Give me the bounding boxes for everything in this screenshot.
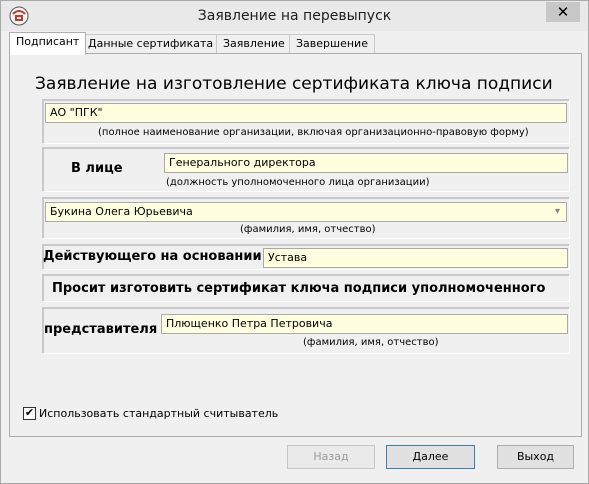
organization-group: АО "ПГК" (полное наименование организаци…: [42, 99, 570, 144]
person-group: Букина Олега Юрьевича ▾ (фамилия, имя, о…: [42, 197, 570, 239]
tab-strip: Подписант Данные сертификата Заявление З…: [9, 32, 581, 55]
position-caption: (должность уполномоченного лица организа…: [166, 177, 430, 188]
request-text: Просит изготовить сертификат ключа подпи…: [52, 281, 546, 296]
use-standard-reader-checkbox[interactable]: ✔: [23, 407, 36, 420]
close-icon: ✕: [556, 3, 570, 21]
represented-by-label: В лице: [71, 161, 123, 176]
basis-label: Действующего на основании: [43, 249, 262, 264]
exit-button[interactable]: Выход: [497, 445, 574, 469]
next-button[interactable]: Далее: [386, 445, 475, 469]
representative-field[interactable]: Плющенко Петра Петровича: [161, 314, 568, 334]
application-window: Заявление на перевыпуск ✕ Подписант Данн…: [0, 0, 589, 484]
back-button[interactable]: Назад: [287, 445, 375, 469]
window-title: Заявление на перевыпуск: [197, 8, 392, 24]
basis-field[interactable]: Устава: [263, 248, 568, 268]
request-group: Просит изготовить сертификат ключа подпи…: [42, 274, 570, 302]
position-field[interactable]: Генерального директора: [164, 153, 568, 173]
position-group: В лице Генерального директора (должность…: [42, 147, 570, 192]
tab-completion[interactable]: Завершение: [289, 34, 375, 53]
close-button[interactable]: ✕: [546, 2, 580, 22]
chevron-down-icon[interactable]: ▾: [555, 203, 560, 221]
form-heading: Заявление на изготовление сертификата кл…: [35, 74, 553, 94]
tab-certificate-data[interactable]: Данные сертификата: [81, 34, 221, 53]
tab-application[interactable]: Заявление: [216, 34, 292, 53]
use-standard-reader-label[interactable]: Использовать стандартный считыватель: [39, 407, 278, 420]
person-caption: (фамилия, имя, отчество): [240, 224, 376, 235]
check-icon: ✔: [24, 406, 35, 419]
person-dropdown[interactable]: Букина Олега Юрьевича ▾: [45, 202, 567, 222]
basis-group: Действующего на основании Устава: [42, 244, 570, 270]
representative-caption: (фамилия, имя, отчество): [303, 337, 439, 348]
tab-signatory[interactable]: Подписант: [9, 32, 87, 55]
title-bar: Заявление на перевыпуск ✕: [1, 1, 588, 31]
representative-group: представителя Плющенко Петра Петровича (…: [42, 307, 570, 354]
representative-label: представителя: [44, 322, 158, 337]
organization-field[interactable]: АО "ПГК": [45, 103, 567, 123]
organization-caption: (полное наименование организации, включа…: [98, 127, 529, 138]
person-value: Букина Олега Юрьевича: [50, 205, 193, 218]
